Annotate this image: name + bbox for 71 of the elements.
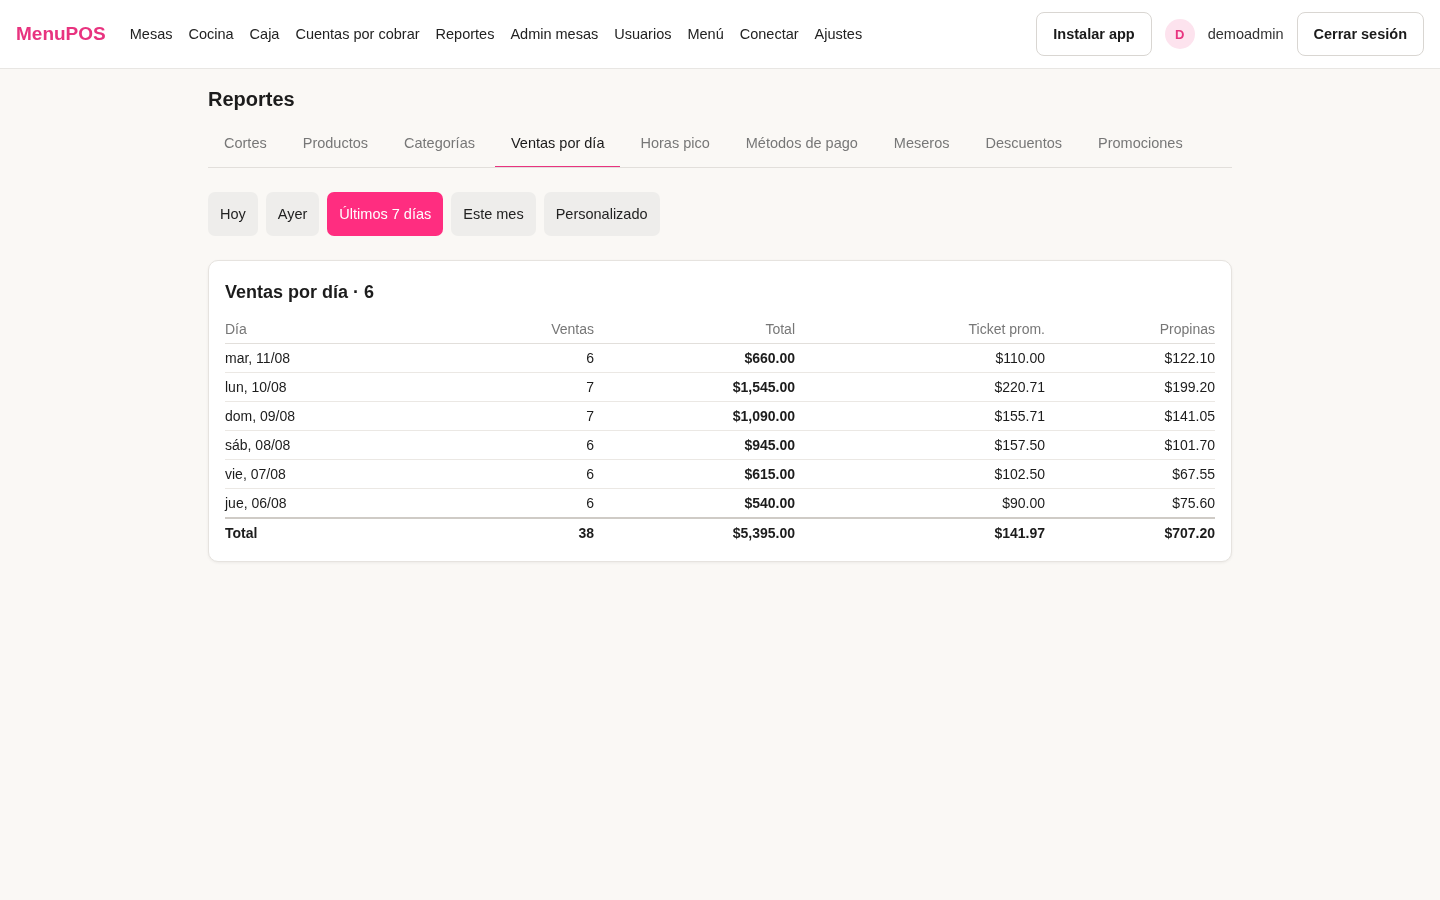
user-name: demoadmin <box>1207 26 1284 42</box>
table-cell: $75.60 <box>1045 488 1215 518</box>
nav-link[interactable]: Usuarios <box>614 26 672 42</box>
table-cell: $660.00 <box>594 343 795 373</box>
table-cell: $67.55 <box>1045 459 1215 489</box>
table-cell: vie, 07/08 <box>225 459 425 489</box>
table-cell: $615.00 <box>594 459 795 489</box>
nav-link[interactable]: Conectar <box>739 26 799 42</box>
nav-link[interactable]: Admin mesas <box>510 26 599 42</box>
column-header: Total <box>594 315 795 344</box>
nav-link[interactable]: Caja <box>249 26 280 42</box>
nav-link[interactable]: Ajustes <box>814 26 863 42</box>
table-cell: dom, 09/08 <box>225 401 425 431</box>
report-tab[interactable]: Horas pico <box>624 121 726 167</box>
date-range-button[interactable]: Ayer <box>265 192 320 236</box>
table-cell: $1,545.00 <box>594 372 795 402</box>
table-cell: 6 <box>425 430 594 460</box>
table-cell: $102.50 <box>795 459 1045 489</box>
table-cell: sáb, 08/08 <box>225 430 425 460</box>
table-cell: $157.50 <box>795 430 1045 460</box>
logout-button[interactable]: Cerrar sesión <box>1296 12 1424 56</box>
table-cell: $945.00 <box>594 430 795 460</box>
date-range-button[interactable]: Últimos 7 días <box>327 192 444 236</box>
table-cell: lun, 10/08 <box>225 372 425 402</box>
report-tab[interactable]: Productos <box>286 121 384 167</box>
table-cell: $101.70 <box>1045 430 1215 460</box>
total-cell: $5,395.00 <box>594 518 795 547</box>
total-cell: 38 <box>425 518 594 547</box>
install-app-button[interactable]: Instalar app <box>1036 12 1152 56</box>
table-cell: 7 <box>425 372 594 402</box>
report-tab[interactable]: Meseros <box>877 121 966 167</box>
table-cell: $540.00 <box>594 488 795 518</box>
table-cell: $155.71 <box>795 401 1045 431</box>
report-tab[interactable]: Ventas por día <box>494 121 621 167</box>
nav-link[interactable]: Cocina <box>188 26 234 42</box>
total-cell: $707.20 <box>1045 518 1215 547</box>
app-logo[interactable]: MenuPOS <box>16 23 106 45</box>
table-cell: 6 <box>425 459 594 489</box>
page-title: Reportes <box>208 87 296 111</box>
table-cell: $110.00 <box>795 343 1045 373</box>
total-cell: Total <box>225 518 425 547</box>
report-tab[interactable]: Métodos de pago <box>729 121 874 167</box>
nav-link[interactable]: Menú <box>687 26 724 42</box>
nav-link[interactable]: Reportes <box>435 26 495 42</box>
total-cell: $141.97 <box>795 518 1045 547</box>
card-title: Ventas por día · 6 <box>225 281 376 303</box>
table-cell: 7 <box>425 401 594 431</box>
report-tab[interactable]: Categorías <box>388 121 491 167</box>
user-avatar: D <box>1164 19 1195 49</box>
column-header: Ticket prom. <box>795 315 1045 344</box>
report-tab[interactable]: Cortes <box>208 121 283 167</box>
column-header: Propinas <box>1045 315 1215 344</box>
nav-link[interactable]: Cuentas por cobrar <box>295 26 420 42</box>
nav-link[interactable]: Mesas <box>129 26 173 42</box>
column-header: Ventas <box>425 315 594 344</box>
table-cell: $220.71 <box>795 372 1045 402</box>
table-cell: $90.00 <box>795 488 1045 518</box>
table-cell: 6 <box>425 343 594 373</box>
report-tab[interactable]: Promociones <box>1082 121 1199 167</box>
table-cell: jue, 06/08 <box>225 488 425 518</box>
table-cell: 6 <box>425 488 594 518</box>
table-cell: $141.05 <box>1045 401 1215 431</box>
date-range-button[interactable]: Este mes <box>451 192 536 236</box>
table-cell: $1,090.00 <box>594 401 795 431</box>
table-cell: mar, 11/08 <box>225 343 425 373</box>
table-cell: $122.10 <box>1045 343 1215 373</box>
date-range-button[interactable]: Hoy <box>208 192 258 236</box>
report-tab[interactable]: Descuentos <box>969 121 1079 167</box>
table-cell: $199.20 <box>1045 372 1215 402</box>
date-range-button[interactable]: Personalizado <box>543 192 660 236</box>
column-header: Día <box>225 315 425 344</box>
